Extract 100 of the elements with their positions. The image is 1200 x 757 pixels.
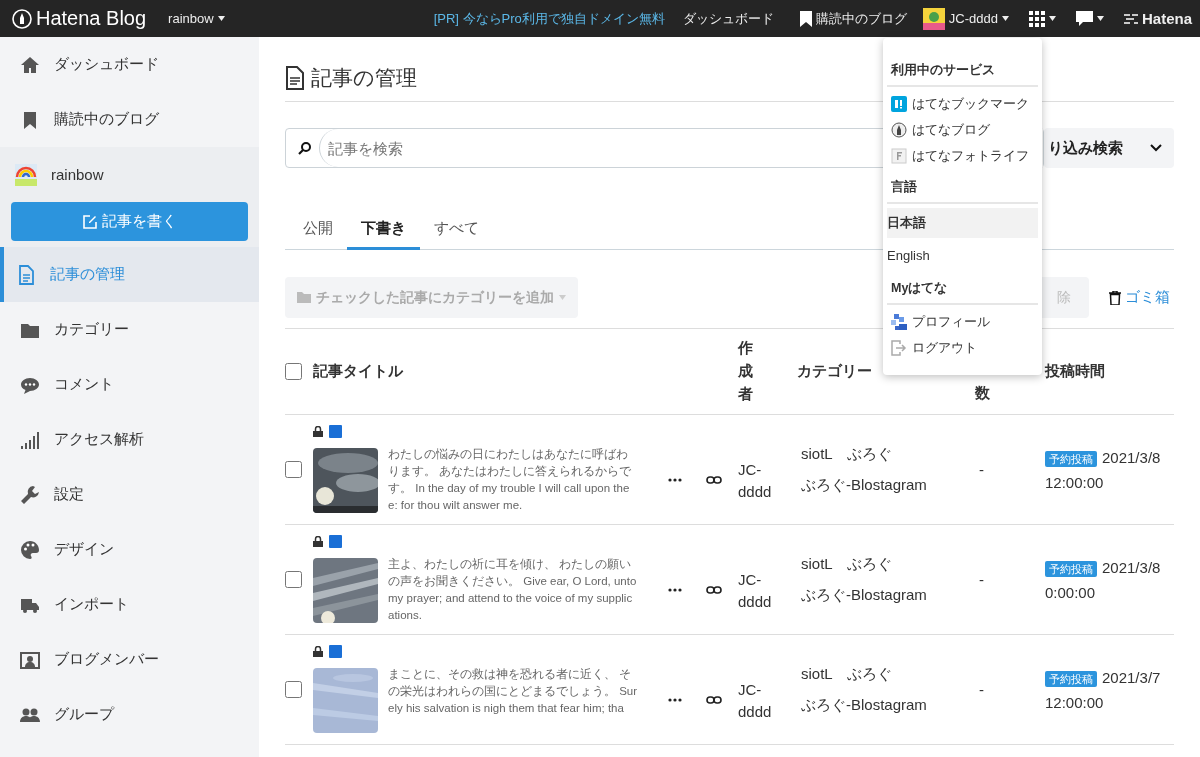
sidebar-item[interactable]: 設定 [0, 467, 259, 522]
comment-count: - [978, 569, 985, 590]
category-tag[interactable]: ぶろぐ-Blostagram [801, 694, 967, 716]
trash-icon [1109, 290, 1121, 305]
trash-link[interactable]: ゴミ箱 [1099, 288, 1174, 307]
select-all-checkbox[interactable] [285, 363, 302, 380]
bookmark-icon [799, 10, 812, 27]
column-header: 投稿時間 [1045, 362, 1106, 381]
promo-link[interactable]: [PR] 今ならPro利用で独自ドメイン無料 [433, 9, 665, 28]
sidebar-item[interactable]: インポート [0, 577, 259, 632]
sidebar-item[interactable]: カテゴリー [0, 302, 259, 357]
hatena-logo[interactable]: Hatena [1123, 10, 1192, 27]
more-icon [668, 698, 682, 702]
menu-item[interactable]: はてなフォトライフ [887, 143, 1038, 169]
search-icon [298, 141, 311, 155]
language-option[interactable]: English [887, 240, 1038, 270]
link-icon [706, 476, 722, 484]
category-tag[interactable]: ぶろぐ-Blostagram [801, 474, 967, 496]
sidebar-item[interactable]: コメント [0, 357, 259, 412]
sidebar-item[interactable]: ブログメンバー [0, 632, 259, 687]
sidebar-item[interactable]: ダッシュボード [0, 37, 259, 92]
logo-text: Hatena Blog [36, 7, 147, 30]
sidebar-item[interactable]: グループ [0, 687, 259, 742]
post-excerpt[interactable]: まことに、その救は神を恐れる者に近く、 その栄光はわれらの国にとどまるでしょう。 Surely his salvation is nigh them that fear him; tha [388, 666, 638, 734]
apps-menu[interactable] [1028, 10, 1056, 27]
post-excerpt[interactable]: 主よ、わたしの祈に耳を傾け、 わたしの願いの声をお聞きください。 Give ear, O Lord, unto my prayer; and attend to the voice of my supplications. [388, 556, 638, 624]
filter-search-button[interactable]: り込み検索 [1044, 128, 1174, 168]
member-card-icon [20, 649, 40, 670]
post-time: 予約投稿 2021/3/8 12:00:00 [1044, 447, 1162, 493]
user-menu[interactable]: JC-dddd [922, 7, 1009, 30]
more-button[interactable] [666, 696, 684, 704]
rainbow-avatar-icon [15, 163, 37, 186]
document-icon [16, 264, 36, 285]
document-icon [285, 66, 305, 90]
category-tag[interactable]: siotL ぶろぐ [801, 443, 967, 465]
menu-heading: 言語 [887, 169, 1038, 204]
category-tag[interactable]: ぶろぐ-Blostagram [801, 584, 967, 606]
lock-icon [313, 536, 323, 547]
more-icon [668, 588, 682, 592]
folder-icon [297, 292, 311, 303]
scheduled-badge: 予約投稿 [1045, 450, 1097, 467]
menu-heading: 利用中のサービス [887, 52, 1038, 87]
row-checkbox[interactable] [285, 571, 302, 588]
pen-nib-icon [891, 122, 907, 138]
menu-item[interactable]: はてなブックマーク [887, 91, 1038, 117]
link-button[interactable] [704, 584, 724, 596]
wrench-icon [20, 484, 40, 505]
caret-icon [217, 16, 225, 21]
bookmark-service-icon [891, 96, 907, 112]
scheduled-badge: 予約投稿 [1045, 560, 1097, 577]
grid-icon [1028, 10, 1045, 27]
column-header: 数 [975, 383, 991, 403]
caret-icon [1048, 16, 1056, 21]
photo-service-icon [891, 148, 907, 164]
dashboard-link[interactable]: ダッシュボード [682, 9, 774, 28]
notifications-menu[interactable] [1075, 11, 1104, 26]
category-tag[interactable]: siotL ぶろぐ [801, 663, 967, 685]
link-button[interactable] [704, 474, 724, 486]
logo-mark-icon [12, 8, 32, 29]
tab[interactable]: すべて [420, 210, 493, 250]
post-excerpt[interactable]: わたしの悩みの日にわたしはあなたに呼ばわります。 あなたはわたしに答えられるからです。 In the day of my trouble I will call upon thee: for thou wilt answer me. [388, 446, 638, 514]
caret-icon [1001, 16, 1009, 21]
blog-menu[interactable]: rainbow [168, 11, 225, 26]
square-marker-icon [329, 645, 342, 658]
blog-link[interactable]: rainbow [11, 147, 248, 202]
subscriptions-link[interactable]: 購読中のブログ [799, 9, 907, 28]
sidebar-item[interactable]: デザイン [0, 522, 259, 577]
hatena-mark-icon [1123, 13, 1138, 24]
tab[interactable]: 下書き [347, 210, 420, 250]
caret-icon [1096, 16, 1104, 21]
hatena-blog-logo[interactable]: Hatena Blog [12, 7, 147, 30]
tab[interactable]: 公開 [289, 210, 347, 250]
menu-item[interactable]: ログアウト [887, 335, 1038, 361]
comment-count: - [978, 679, 985, 700]
category-tag[interactable]: siotL ぶろぐ [801, 553, 967, 575]
post-time: 予約投稿 2021/3/7 12:00:00 [1044, 667, 1162, 713]
logout-icon [891, 340, 907, 356]
menu-item[interactable]: プロフィール [887, 309, 1038, 335]
speech-bubble-icon [1075, 11, 1093, 26]
link-button[interactable] [704, 694, 724, 706]
sidebar-item[interactable]: 購読中のブログ [0, 92, 259, 147]
scheduled-badge: 予約投稿 [1045, 670, 1097, 687]
column-header: 記事タイトル [313, 362, 404, 381]
comment-count: - [978, 459, 985, 480]
column-header: 作成者 [738, 338, 754, 405]
language-option[interactable]: 日本語 [887, 208, 1038, 238]
home-icon [20, 54, 40, 75]
caret-icon [559, 295, 566, 300]
author-cell-text: JC-dddd [738, 459, 773, 502]
profile-avatar-icon [891, 314, 907, 330]
avatar-icon [922, 7, 945, 30]
more-button[interactable] [666, 586, 684, 594]
more-button[interactable] [666, 476, 684, 484]
lock-icon [313, 426, 323, 437]
edit-icon [82, 214, 97, 229]
row-checkbox[interactable] [285, 461, 302, 478]
chevron-down-icon [1150, 144, 1162, 152]
more-icon [668, 478, 682, 482]
sidebar-item[interactable]: アクセス解析 [0, 412, 259, 467]
row-checkbox[interactable] [285, 681, 302, 698]
